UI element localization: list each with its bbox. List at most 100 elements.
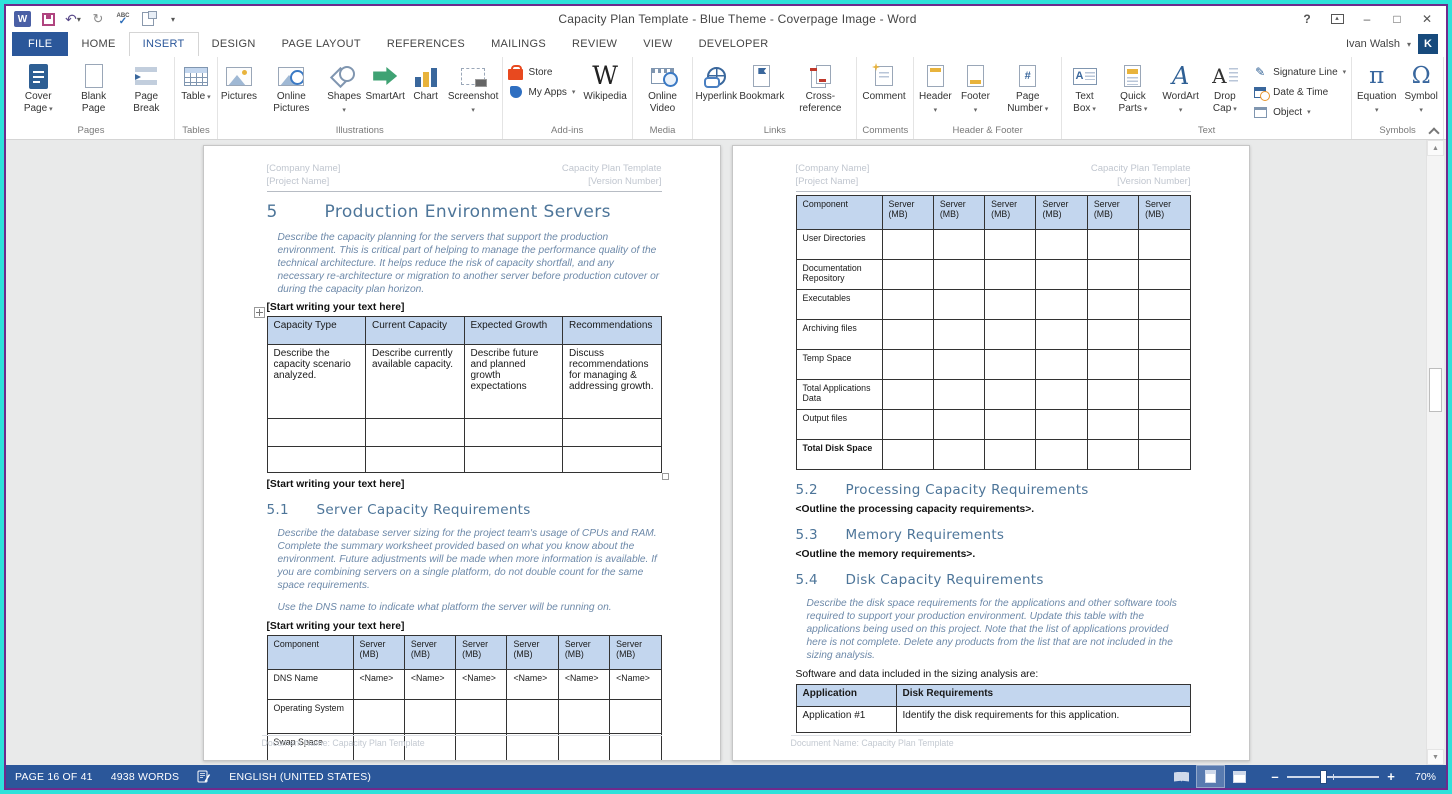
heading-section-5-3[interactable]: 5.3 Memory Requirements (796, 527, 1191, 543)
table-cell[interactable] (933, 320, 984, 350)
table-cell[interactable] (1087, 410, 1138, 440)
table-cell[interactable]: <Name> (353, 669, 404, 699)
table-cell[interactable]: Operating System (267, 699, 353, 733)
table-cell[interactable]: Total Disk Space (796, 440, 882, 470)
undo-button[interactable]: ↶▾ (65, 10, 81, 28)
table-cell[interactable] (1087, 440, 1138, 470)
page-indicator[interactable]: PAGE 16 OF 41 (6, 765, 102, 788)
table-cell[interactable] (456, 699, 507, 733)
online-pictures-button[interactable]: Online Pictures (259, 58, 324, 124)
table-cell[interactable]: Output files (796, 410, 882, 440)
heading-section-5[interactable]: 5 Production Environment Servers (267, 202, 662, 222)
tab-page-layout[interactable]: PAGE LAYOUT (269, 32, 374, 56)
table-cell[interactable]: User Directories (796, 230, 882, 260)
page-break-button[interactable]: Page Break (120, 58, 173, 124)
column-header[interactable]: Capacity Type (267, 317, 366, 345)
table-cell[interactable]: Discuss recommendations for managing & a… (563, 345, 662, 419)
print-layout-button[interactable] (1196, 765, 1225, 788)
column-header[interactable]: Current Capacity (366, 317, 465, 345)
table-cell[interactable] (1087, 230, 1138, 260)
blank-page-button[interactable]: Blank Page (67, 58, 119, 124)
table-cell[interactable] (1139, 230, 1190, 260)
table-cell[interactable] (985, 350, 1036, 380)
shapes-button[interactable]: Shapes (324, 58, 365, 124)
table-cell[interactable] (985, 320, 1036, 350)
table-cell[interactable] (1139, 290, 1190, 320)
table-cell[interactable] (366, 447, 465, 473)
zoom-out-button[interactable]: – (1266, 769, 1284, 784)
text-placeholder[interactable]: <Outline the processing capacity require… (796, 504, 1191, 515)
table-cell[interactable] (933, 380, 984, 410)
table-cell[interactable] (1087, 260, 1138, 290)
column-header[interactable]: Expected Growth (464, 317, 563, 345)
table-cell[interactable]: <Name> (507, 669, 558, 699)
table-cell[interactable]: Documentation Repository (796, 260, 882, 290)
column-header[interactable]: Server (MB) (456, 635, 507, 669)
document-page-left[interactable]: [Company Name] [Project Name] Capacity P… (203, 145, 721, 761)
table-cell[interactable] (882, 440, 933, 470)
language-indicator[interactable]: ENGLISH (UNITED STATES) (220, 765, 380, 788)
table-cell[interactable]: Total Applications Data (796, 380, 882, 410)
zoom-in-button[interactable]: + (1382, 769, 1400, 784)
table-cell[interactable] (1139, 380, 1190, 410)
object-button[interactable]: Object (1252, 103, 1346, 121)
table-cell[interactable] (933, 440, 984, 470)
tab-home[interactable]: HOME (68, 32, 128, 56)
table-cell[interactable] (464, 447, 563, 473)
undo-dropdown-icon[interactable]: ▾ (77, 15, 81, 24)
table-cell[interactable] (1087, 350, 1138, 380)
table-cell[interactable] (366, 419, 465, 447)
column-header[interactable]: Server (MB) (558, 635, 609, 669)
column-header[interactable]: Server (MB) (404, 635, 455, 669)
table-cell[interactable]: Identify the disk requirements for this … (896, 707, 1190, 733)
store-button[interactable]: Store (508, 63, 576, 81)
table-cell[interactable] (933, 350, 984, 380)
tab-developer[interactable]: DEVELOPER (686, 32, 782, 56)
hyperlink-button[interactable]: Hyperlink (694, 58, 738, 124)
tab-mailings[interactable]: MAILINGS (478, 32, 559, 56)
table-cell[interactable] (267, 447, 366, 473)
table-cell[interactable] (1139, 320, 1190, 350)
table-cell[interactable] (882, 290, 933, 320)
heading-section-5-4[interactable]: 5.4 Disk Capacity Requirements (796, 572, 1191, 588)
document-page-right[interactable]: [Company Name] [Project Name] Capacity P… (732, 145, 1250, 761)
table-cell[interactable] (563, 419, 662, 447)
table-cell[interactable] (1087, 380, 1138, 410)
table-cell[interactable] (1036, 290, 1087, 320)
avatar[interactable]: K (1418, 34, 1438, 54)
table-cell[interactable] (1087, 320, 1138, 350)
cover-page-button[interactable]: Cover Page (9, 58, 67, 124)
scroll-up-button[interactable]: ▲ (1427, 140, 1444, 156)
table-cell[interactable]: Application #1 (796, 707, 896, 733)
disk-components-table[interactable]: ComponentServer (MB)Server (MB)Server (M… (796, 195, 1191, 470)
table-cell[interactable] (985, 380, 1036, 410)
guidance-paragraph[interactable]: Describe the disk space requirements for… (807, 597, 1191, 662)
table-cell[interactable]: Describe the capacity scenario analyzed. (267, 345, 366, 419)
table-cell[interactable] (610, 699, 661, 733)
table-cell[interactable]: Executables (796, 290, 882, 320)
zoom-slider-thumb[interactable] (1320, 770, 1327, 784)
signature-line-button[interactable]: ✎Signature Line (1252, 63, 1346, 81)
word-logo-icon[interactable]: W (14, 10, 31, 28)
table-cell[interactable] (985, 410, 1036, 440)
capacity-planning-table[interactable]: Capacity TypeCurrent CapacityExpected Gr… (267, 316, 662, 473)
pictures-button[interactable]: Pictures (219, 58, 259, 124)
table-cell[interactable]: Describe currently available capacity. (366, 345, 465, 419)
table-cell[interactable] (933, 290, 984, 320)
table-cell[interactable] (563, 447, 662, 473)
scrollbar-thumb[interactable] (1429, 368, 1442, 412)
collapse-ribbon-button[interactable] (1429, 126, 1438, 135)
table-cell[interactable] (404, 699, 455, 733)
column-header[interactable]: Server (MB) (882, 196, 933, 230)
screenshot-button[interactable]: Screenshot (446, 58, 501, 124)
account-dropdown-icon[interactable]: ▾ (1407, 40, 1411, 49)
wikipedia-button[interactable]: WWikipedia (579, 58, 630, 124)
table-cell[interactable] (1087, 290, 1138, 320)
drop-cap-button[interactable]: ADrop Cap (1201, 58, 1248, 124)
heading-section-5-2[interactable]: 5.2 Processing Capacity Requirements (796, 482, 1191, 498)
text-placeholder[interactable]: [Start writing your text here] (267, 621, 662, 632)
text-placeholder[interactable]: [Start writing your text here] (267, 302, 662, 313)
footer-button[interactable]: Footer (955, 58, 995, 124)
cross-reference-button[interactable]: Cross-reference (785, 58, 855, 124)
spelling-grammar-button[interactable]: ABC✓ (115, 10, 131, 28)
